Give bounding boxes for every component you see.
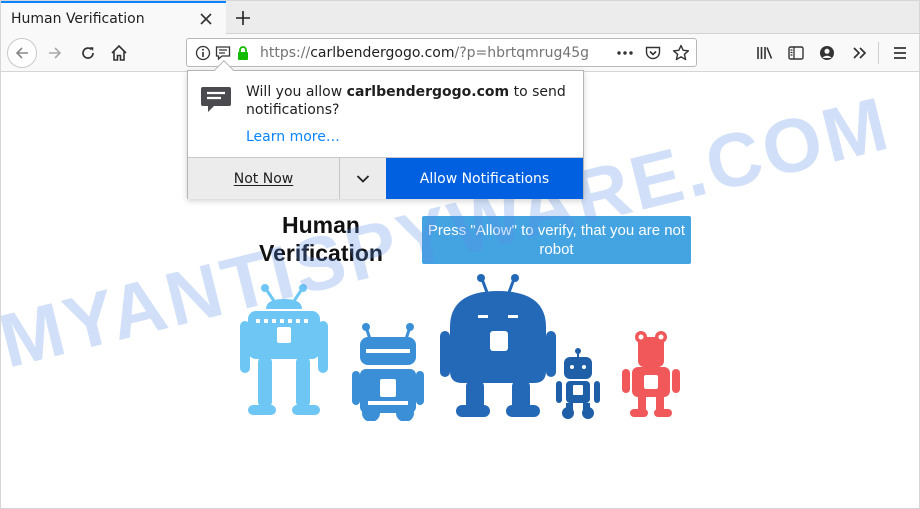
plus-icon[interactable] bbox=[230, 5, 256, 31]
notification-bubble-icon bbox=[200, 85, 232, 115]
tab-strip: Human Verification bbox=[1, 1, 919, 34]
close-icon[interactable] bbox=[196, 9, 216, 29]
allow-notifications-label: Allow Notifications bbox=[419, 170, 550, 187]
sidebar-icon[interactable] bbox=[781, 38, 811, 68]
hamburger-menu-icon[interactable] bbox=[885, 38, 915, 68]
popup-message-pre: Will you allow bbox=[246, 84, 347, 100]
not-now-button[interactable]: Not Now bbox=[188, 158, 340, 199]
url-text: https://carlbendergogo.com/?p=hbrtqmrug4… bbox=[260, 45, 590, 61]
url-bar[interactable]: https://carlbendergogo.com/?p=hbrtqmrug4… bbox=[186, 38, 697, 67]
lock-icon bbox=[233, 43, 253, 63]
account-icon[interactable] bbox=[812, 38, 842, 68]
robot-dark-blue bbox=[440, 274, 556, 417]
url-host: carlbendergogo.com bbox=[310, 45, 455, 61]
learn-more-link[interactable]: Learn more… bbox=[246, 129, 340, 145]
robot-small-navy bbox=[556, 348, 600, 419]
navigation-toolbar: https://carlbendergogo.com/?p=hbrtqmrug4… bbox=[1, 34, 919, 72]
notification-permission-popup: Will you allow carlbendergogo.com to sen… bbox=[187, 60, 584, 199]
pocket-icon[interactable] bbox=[643, 43, 663, 63]
tab-title: Human Verification bbox=[11, 10, 145, 27]
robot-mid-blue bbox=[352, 323, 424, 421]
forward-arrow-icon[interactable] bbox=[40, 38, 70, 68]
url-prefix: https:// bbox=[260, 45, 311, 61]
popup-message-host: carlbendergogo.com bbox=[346, 84, 510, 100]
tab-human-verification[interactable]: Human Verification bbox=[1, 1, 226, 34]
allow-notifications-button[interactable]: Allow Notifications bbox=[386, 158, 583, 199]
not-now-label: Not Now bbox=[233, 170, 294, 187]
back-arrow-icon[interactable] bbox=[7, 38, 37, 68]
robot-light-blue bbox=[240, 284, 328, 415]
popup-message: Will you allow carlbendergogo.com to sen… bbox=[246, 83, 576, 119]
star-icon[interactable] bbox=[671, 43, 691, 63]
page-title: Human Verification bbox=[259, 212, 383, 266]
robot-red bbox=[622, 331, 680, 417]
library-icon[interactable] bbox=[750, 38, 780, 68]
url-path: /?p=hbrtqmrug45gi2 bbox=[454, 45, 590, 61]
info-icon[interactable] bbox=[193, 43, 213, 63]
overflow-chevron-icon[interactable] bbox=[845, 38, 875, 68]
robots-illustration bbox=[240, 274, 680, 421]
browser-window: Human Verification https://carlbendergog… bbox=[0, 0, 920, 509]
allow-instruction-tooltip: Press "Allow" to verify, that you are no… bbox=[422, 216, 691, 264]
toolbar-divider bbox=[878, 42, 879, 64]
reload-icon[interactable] bbox=[73, 38, 103, 68]
more-dots-icon[interactable] bbox=[615, 43, 635, 63]
chevron-down-icon[interactable] bbox=[340, 158, 386, 199]
popup-button-row: Not Now Allow Notifications bbox=[188, 157, 583, 199]
home-icon[interactable] bbox=[104, 38, 134, 68]
